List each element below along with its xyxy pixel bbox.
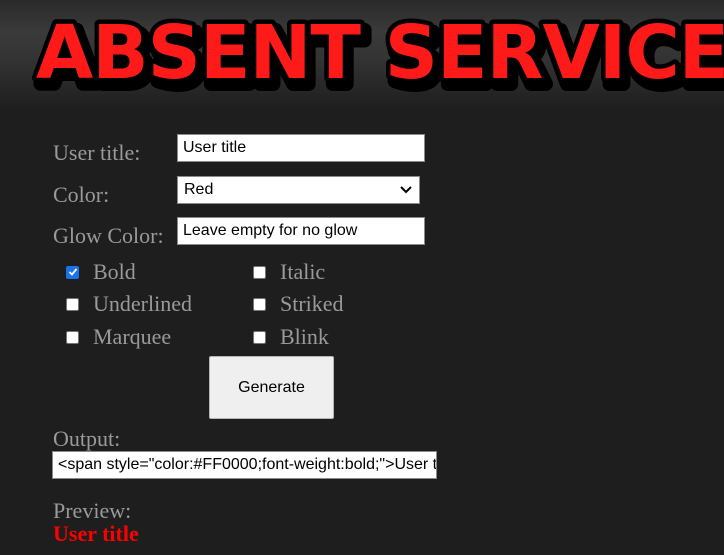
blink-label: Blink [280,324,329,349]
checkbox-box[interactable] [66,330,79,344]
chevron-down-icon [399,183,413,197]
generate-button[interactable]: Generate [209,356,334,419]
checkbox-box[interactable] [253,265,266,279]
bold-label: Bold [93,259,136,284]
blink-checkbox[interactable]: Blink [253,324,329,350]
header-banner: ABSENT SERVICES ABSENT SERVICES ABSENT S… [0,0,724,108]
preview-text: User title [53,521,139,546]
output-field[interactable]: <span style="color:#FF0000;font-weight:b… [52,451,437,479]
italic-checkbox[interactable]: Italic [253,259,325,285]
user-title-input[interactable] [177,134,425,162]
striked-label: Striked [280,291,344,316]
glow-color-input[interactable] [177,217,425,245]
checkbox-box[interactable] [253,297,266,311]
checkbox-box[interactable] [253,330,266,344]
bold-checkbox[interactable]: Bold [66,259,136,285]
checkmark-icon[interactable] [66,265,79,279]
italic-label: Italic [280,259,326,284]
striked-checkbox[interactable]: Striked [253,291,344,317]
glow-color-label: Glow Color: [53,223,164,248]
output-label: Output: [53,426,121,451]
color-select[interactable]: Red [177,176,420,204]
underlined-label: Underlined [93,291,192,316]
color-label: Color: [53,182,110,207]
logo-text: ABSENT SERVICES [36,10,724,96]
marquee-checkbox[interactable]: Marquee [66,324,171,350]
user-title-label: User title: [53,140,141,165]
color-select-value: Red [184,181,214,198]
checkbox-box[interactable] [66,297,79,311]
underlined-checkbox[interactable]: Underlined [66,291,192,317]
logo: ABSENT SERVICES ABSENT SERVICES ABSENT S… [32,6,724,109]
marquee-label: Marquee [93,324,172,349]
